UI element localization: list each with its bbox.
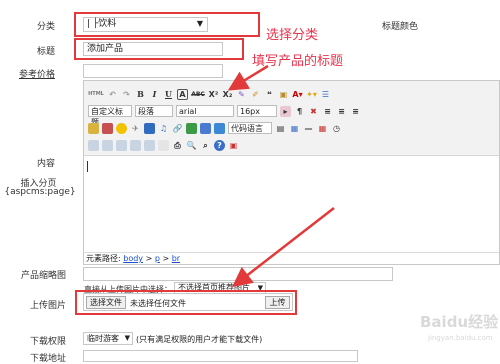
baidu-watermark: Baidu经验 (420, 311, 498, 332)
watermark-text: Baidu经验 (420, 313, 499, 331)
watermark-sub: jingyan.baidu.com (428, 334, 493, 342)
arrow-to-upload (232, 207, 335, 288)
arrow-to-title (227, 64, 269, 91)
annotation-arrows (227, 64, 335, 288)
